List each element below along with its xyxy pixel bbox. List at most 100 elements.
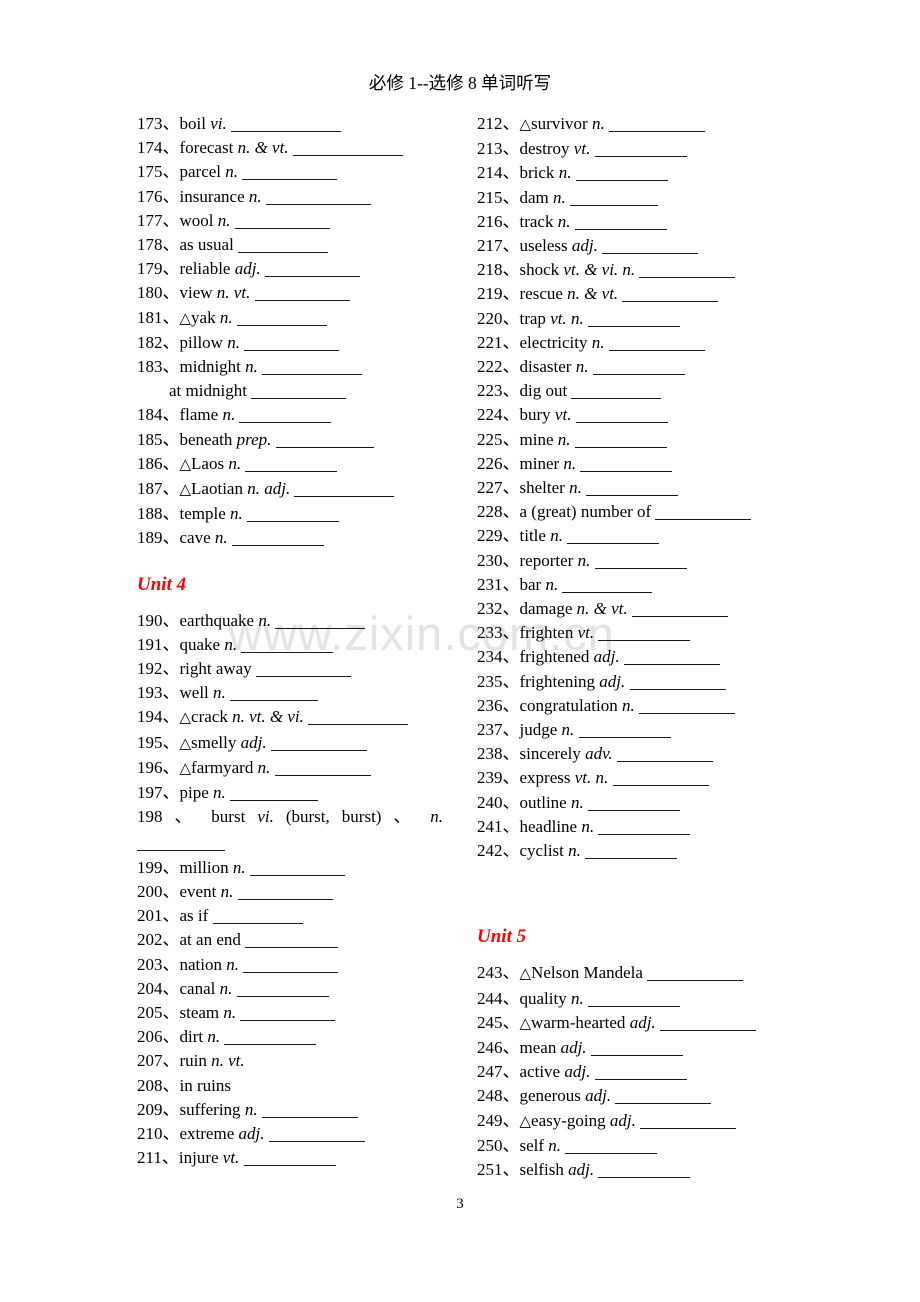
answer-blank[interactable] — [602, 239, 699, 255]
answer-blank[interactable] — [239, 408, 332, 424]
answer-blank[interactable] — [608, 336, 705, 351]
answer-blank[interactable] — [249, 861, 345, 876]
answer-blank[interactable] — [640, 1114, 737, 1129]
answer-blank[interactable] — [243, 958, 339, 973]
answer-blank[interactable] — [578, 723, 671, 739]
answer-blank[interactable] — [629, 675, 726, 690]
answer-blank[interactable] — [224, 1030, 317, 1046]
answer-blank[interactable] — [270, 736, 367, 751]
answer-blank[interactable] — [612, 771, 709, 787]
answer-blank[interactable] — [264, 262, 360, 278]
answer-blank[interactable] — [240, 1006, 336, 1021]
answer-blank[interactable] — [639, 263, 736, 279]
answer-blank[interactable] — [567, 529, 660, 545]
vocab-entry: 180、view n. vt. — [137, 281, 467, 305]
vocab-entry: 235、frightening adj. — [477, 670, 807, 694]
answer-blank[interactable] — [230, 786, 319, 802]
answer-blank[interactable] — [255, 662, 351, 678]
answer-blank[interactable] — [265, 190, 371, 205]
answer-blank[interactable] — [585, 844, 678, 860]
part-of-speech: adj. — [609, 1110, 636, 1130]
answer-blank[interactable] — [230, 686, 319, 702]
answer-blank[interactable] — [244, 336, 340, 351]
part-of-speech: n. & vt. — [567, 284, 619, 304]
entry-number: 248、 — [477, 1086, 520, 1106]
entry-word: rescue — [519, 284, 568, 304]
answer-blank[interactable] — [308, 710, 409, 726]
entry-number: 184、 — [137, 405, 180, 425]
answer-blank[interactable] — [586, 481, 679, 497]
answer-blank[interactable] — [598, 1163, 691, 1178]
answer-blank[interactable] — [622, 287, 719, 303]
answer-blank[interactable] — [245, 457, 338, 472]
answer-blank[interactable] — [616, 747, 713, 763]
entry-word: damage — [519, 599, 577, 619]
answer-blank[interactable] — [254, 286, 350, 302]
entry-word: injure — [178, 1148, 223, 1168]
answer-blank[interactable] — [230, 117, 341, 132]
answer-blank[interactable] — [592, 360, 685, 376]
answer-blank[interactable] — [615, 1089, 712, 1105]
answer-blank[interactable] — [598, 626, 691, 642]
answer-blank[interactable] — [245, 933, 339, 949]
entry-number: 234、 — [477, 647, 520, 667]
answer-blank[interactable] — [574, 215, 667, 230]
answer-blank[interactable] — [294, 482, 395, 498]
part-of-speech: n. vt. — [211, 1051, 245, 1071]
answer-blank[interactable] — [236, 311, 327, 326]
answer-blank[interactable] — [598, 820, 691, 835]
answer-blank[interactable] — [575, 166, 668, 182]
answer-blank[interactable] — [292, 141, 403, 157]
answer-blank[interactable] — [590, 1041, 683, 1056]
answer-blank[interactable] — [262, 360, 363, 376]
answer-blank[interactable] — [231, 531, 324, 547]
answer-blank[interactable] — [275, 614, 366, 629]
answer-blank[interactable] — [212, 909, 303, 925]
entry-word: a (great) number of — [519, 502, 652, 522]
answer-blank[interactable] — [234, 214, 330, 229]
answer-blank[interactable] — [137, 836, 225, 852]
entry-word: burst — [211, 807, 258, 827]
answer-blank[interactable] — [587, 312, 680, 327]
vocab-entry: 246、mean adj. — [477, 1036, 807, 1060]
answer-blank[interactable] — [659, 1016, 756, 1031]
answer-blank[interactable] — [631, 602, 728, 618]
answer-blank[interactable] — [575, 408, 668, 424]
answer-blank[interactable] — [236, 982, 329, 997]
answer-blank[interactable] — [261, 1103, 358, 1118]
answer-blank[interactable] — [274, 761, 371, 776]
entry-number: 243、 — [477, 963, 520, 983]
answer-blank[interactable] — [243, 1151, 336, 1167]
entry-number: 231、 — [477, 574, 520, 594]
answer-blank[interactable] — [570, 191, 659, 206]
answer-blank[interactable] — [608, 117, 705, 132]
vocab-entry: 189、cave n. — [137, 526, 467, 550]
answer-blank[interactable] — [594, 1065, 687, 1081]
answer-blank[interactable] — [241, 638, 334, 653]
answer-blank[interactable] — [268, 1127, 365, 1142]
entry-word: generous — [519, 1086, 586, 1106]
part-of-speech: adj. — [564, 1062, 591, 1082]
answer-blank[interactable] — [647, 966, 744, 982]
answer-blank[interactable] — [562, 578, 653, 593]
entry-number: 199、 — [137, 857, 180, 877]
answer-blank[interactable] — [237, 885, 333, 900]
entry-number: 187、 — [137, 479, 180, 499]
answer-blank[interactable] — [594, 554, 687, 569]
answer-blank[interactable] — [571, 384, 662, 400]
answer-blank[interactable] — [655, 505, 752, 521]
entry-number: 209、 — [137, 1099, 180, 1119]
answer-blank[interactable] — [565, 1139, 658, 1154]
answer-blank[interactable] — [238, 238, 329, 254]
answer-blank[interactable] — [587, 992, 680, 1007]
answer-blank[interactable] — [247, 507, 340, 523]
answer-blank[interactable] — [638, 699, 735, 714]
answer-blank[interactable] — [580, 457, 673, 472]
answer-blank[interactable] — [574, 433, 667, 448]
answer-blank[interactable] — [275, 433, 374, 448]
answer-blank[interactable] — [587, 796, 680, 811]
answer-blank[interactable] — [251, 384, 347, 400]
answer-blank[interactable] — [594, 142, 687, 158]
answer-blank[interactable] — [623, 650, 720, 666]
answer-blank[interactable] — [242, 165, 338, 181]
